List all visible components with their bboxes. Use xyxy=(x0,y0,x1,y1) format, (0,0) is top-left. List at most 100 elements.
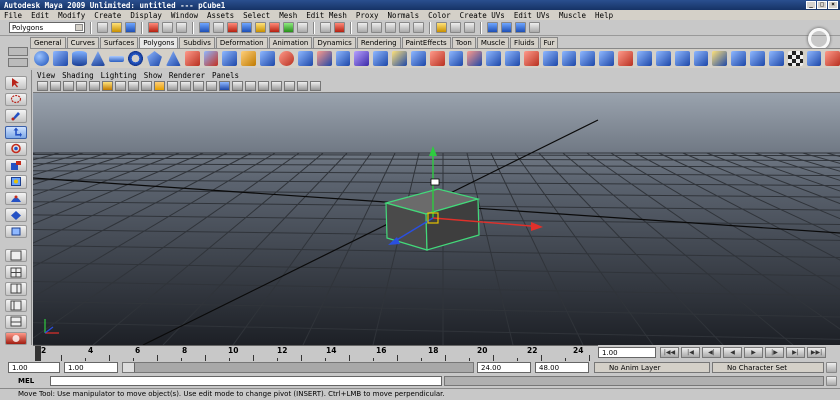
anim-layer-dropdown[interactable]: No Anim Layer xyxy=(594,362,710,373)
bookmarks-icon[interactable] xyxy=(63,81,74,91)
step-back-key-icon[interactable]: ◀| xyxy=(702,347,721,358)
time-slider[interactable]: 2 4 6 8 10 12 14 16 18 20 22 24 xyxy=(33,345,598,362)
go-to-end-icon[interactable]: ▶▶| xyxy=(807,347,826,358)
menu-muscle[interactable]: Muscle xyxy=(559,11,586,20)
extrude-face-icon[interactable] xyxy=(373,51,389,66)
menu-edit[interactable]: Edit xyxy=(31,11,49,20)
shadows-icon[interactable] xyxy=(271,81,282,91)
append-polygon-icon[interactable] xyxy=(410,51,426,66)
menu-file[interactable]: File xyxy=(4,11,22,20)
perspective-viewport[interactable] xyxy=(33,93,840,345)
script-editor-icon[interactable] xyxy=(826,376,837,386)
tab-subdivs[interactable]: Subdivs xyxy=(179,37,215,48)
soften-edge-icon[interactable] xyxy=(674,51,690,66)
output-ops-icon[interactable] xyxy=(464,22,475,33)
input-ops-icon[interactable] xyxy=(450,22,461,33)
maximize-button[interactable]: □ xyxy=(817,1,827,9)
tab-curves[interactable]: Curves xyxy=(66,37,99,48)
last-tool-used[interactable] xyxy=(4,224,27,239)
mirror-geometry-icon[interactable] xyxy=(335,51,351,66)
make-live-icon[interactable] xyxy=(413,22,424,33)
pick-handles-icon[interactable] xyxy=(199,22,210,33)
panel-menu-panels[interactable]: Panels xyxy=(212,71,239,80)
range-slider[interactable] xyxy=(122,362,474,373)
menu-window[interactable]: Window xyxy=(171,11,198,20)
split-polygon-icon[interactable] xyxy=(429,51,445,66)
poly-plane-icon[interactable] xyxy=(109,55,125,62)
pick-surfaces-icon[interactable] xyxy=(241,22,252,33)
soft-mod-tool[interactable] xyxy=(4,191,27,206)
menu-help[interactable]: Help xyxy=(595,11,613,20)
poke-face-icon[interactable] xyxy=(542,51,558,66)
reduce-icon[interactable] xyxy=(260,51,275,66)
tab-toon[interactable]: Toon xyxy=(451,37,476,48)
lock-selection-icon[interactable] xyxy=(320,22,331,33)
save-scene-icon[interactable] xyxy=(125,22,136,33)
wireframe-icon[interactable] xyxy=(206,81,217,91)
select-camera-icon[interactable] xyxy=(37,81,48,91)
lasso-tool[interactable] xyxy=(4,92,27,107)
snap-point-icon[interactable] xyxy=(385,22,396,33)
tab-painteffects[interactable]: PaintEffects xyxy=(401,37,451,48)
gate-mask-icon[interactable] xyxy=(154,81,165,91)
automatic-mapping-icon[interactable] xyxy=(768,51,784,66)
new-scene-icon[interactable] xyxy=(97,22,108,33)
safe-action-icon[interactable] xyxy=(180,81,191,91)
smooth-icon[interactable] xyxy=(241,51,257,66)
cylindrical-mapping-icon[interactable] xyxy=(731,51,747,66)
wireframe-on-shaded-icon[interactable] xyxy=(232,81,243,91)
poly-cube-icon[interactable] xyxy=(52,51,68,66)
uv-texture-editor-icon[interactable] xyxy=(806,51,822,66)
anim-prefs-icon[interactable] xyxy=(826,362,837,373)
wedge-face-icon[interactable] xyxy=(561,51,577,66)
quadrangulate-icon[interactable] xyxy=(637,51,652,66)
tab-polygons[interactable]: Polygons xyxy=(139,37,179,48)
playback-end-field[interactable]: 24.00 xyxy=(477,362,531,373)
tab-muscle[interactable]: Muscle xyxy=(476,37,510,48)
xray-icon[interactable] xyxy=(284,81,295,91)
collapse-icon[interactable] xyxy=(523,51,539,66)
go-to-start-icon[interactable]: |◀◀ xyxy=(660,347,679,358)
panel-menu-lighting[interactable]: Lighting xyxy=(101,71,137,80)
open-scene-icon[interactable] xyxy=(111,22,122,33)
safe-title-icon[interactable] xyxy=(193,81,204,91)
show-manip-tool[interactable] xyxy=(4,208,27,222)
rotate-tool[interactable] xyxy=(4,142,27,156)
tab-fur[interactable]: Fur xyxy=(539,37,559,48)
select-hierarchy-icon[interactable] xyxy=(148,22,159,33)
extract-icon[interactable] xyxy=(222,51,238,66)
poly-torus-icon[interactable] xyxy=(128,51,144,66)
panel-menu-show[interactable]: Show xyxy=(144,71,162,80)
use-all-lights-icon[interactable] xyxy=(258,81,269,91)
menu-color[interactable]: Color xyxy=(428,11,451,20)
playback-start-field[interactable]: 1.00 xyxy=(64,362,118,373)
hypershade-button[interactable] xyxy=(4,331,27,346)
grid-toggle-icon[interactable] xyxy=(115,81,126,91)
menu-edit-mesh[interactable]: Edit Mesh xyxy=(306,11,347,20)
offset-edge-loop-icon[interactable] xyxy=(467,51,483,66)
ipr-render-icon[interactable] xyxy=(515,22,526,33)
snap-curve-icon[interactable] xyxy=(371,22,382,33)
snap-grid-icon[interactable] xyxy=(357,22,368,33)
step-forward-key-icon[interactable]: |▶ xyxy=(765,347,784,358)
minimize-button[interactable]: _ xyxy=(806,1,816,9)
snap-view-plane-icon[interactable] xyxy=(399,22,410,33)
history-icon[interactable] xyxy=(436,22,447,33)
tab-animation[interactable]: Animation xyxy=(268,37,313,48)
select-object-icon[interactable] xyxy=(162,22,173,33)
pick-dynamics-icon[interactable] xyxy=(269,22,280,33)
play-forwards-icon[interactable]: ▶ xyxy=(744,347,763,358)
step-back-frame-icon[interactable]: |◀ xyxy=(681,347,700,358)
close-button[interactable]: × xyxy=(828,1,838,9)
tab-fluids[interactable]: Fluids xyxy=(510,37,539,48)
menu-proxy[interactable]: Proxy xyxy=(356,11,379,20)
grease-pencil-icon[interactable] xyxy=(102,81,113,91)
two-d-pan-icon[interactable] xyxy=(89,81,100,91)
current-frame-field[interactable]: 1.00 xyxy=(598,347,656,358)
bevel-icon[interactable] xyxy=(486,51,502,66)
bridge-icon[interactable] xyxy=(392,51,407,66)
camera-attributes-icon[interactable] xyxy=(50,81,61,91)
pick-joints-icon[interactable] xyxy=(213,22,224,33)
panel-menu-shading[interactable]: Shading xyxy=(62,71,94,80)
animation-start-field[interactable]: 1.00 xyxy=(8,362,60,373)
